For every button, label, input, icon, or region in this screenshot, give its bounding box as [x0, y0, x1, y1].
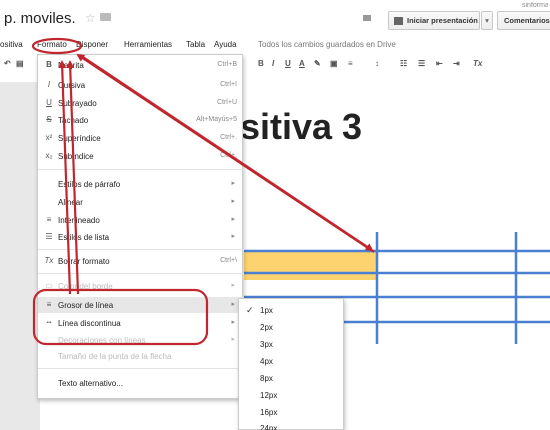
underline-icon: U [46, 98, 52, 107]
submenu-arrow-icon: ▸ [231, 180, 235, 187]
submenu-arrow-icon: ▸ [231, 282, 235, 289]
weight-option-24px[interactable]: 24px [239, 420, 345, 430]
weight-option-12px[interactable]: 12px [239, 387, 345, 404]
menu-item-subscript[interactable]: x₂ Subíndice Ctrl+, [38, 148, 244, 164]
menu-item-label: Texto alternativo... [58, 379, 123, 388]
bold-icon: B [46, 60, 52, 69]
weight-option-8px[interactable]: 8px [239, 370, 345, 387]
weight-option-label: 1px [260, 306, 273, 315]
menu-item-label: Subrayado [58, 99, 97, 108]
clear-formatting-icon: Tx [44, 256, 54, 265]
line-weight-icon: ≡ [46, 300, 52, 309]
submenu-arrow-icon: ▸ [231, 198, 235, 205]
submenu-arrow-icon: ▸ [231, 233, 235, 240]
menu-item-label: Alinear [58, 198, 83, 207]
border-color-icon: ▭ [45, 281, 53, 290]
line-weight-submenu: ✓ 1px 2px 3px 4px 8px 12px 16px 24px [238, 298, 344, 430]
submenu-arrow-icon: ▸ [231, 216, 235, 223]
submenu-arrow-icon: ▸ [231, 319, 235, 326]
checkmark-icon: ✓ [246, 305, 254, 315]
menu-item-shortcut: Ctrl+, [220, 152, 237, 159]
weight-option-label: 2px [260, 323, 273, 332]
line-dash-icon: ┅ [46, 318, 52, 327]
menu-item-line-weight[interactable]: ≡ Grosor de línea ▸ [38, 297, 244, 313]
menu-item-paragraph-styles[interactable]: Estilos de párrafo ▸ [38, 176, 244, 192]
menu-item-strikethrough[interactable]: S Tachado Alt+Mayús+5 [38, 112, 244, 128]
weight-option-label: 12px [260, 391, 278, 400]
weight-option-label: 16px [260, 408, 278, 417]
weight-option-1px[interactable]: ✓ 1px [239, 302, 345, 319]
menu-item-label: Negrita [58, 61, 84, 70]
menu-item-shortcut: Ctrl+. [220, 134, 237, 141]
menu-item-line-spacing[interactable]: ≡ Interlineado ▸ [38, 212, 244, 228]
menu-item-italic[interactable]: I Cursiva Ctrl+I [38, 77, 244, 93]
weight-option-3px[interactable]: 3px [239, 336, 345, 353]
menu-item-shortcut: Ctrl+I [220, 81, 237, 88]
menu-item-shortcut: Ctrl+B [217, 61, 237, 68]
menu-item-label: Grosor de línea [58, 301, 114, 310]
menu-item-label: Decoraciones con líneas [58, 336, 146, 345]
menu-item-label: Borrar formato [58, 257, 110, 266]
menu-item-bold[interactable]: B Negrita Ctrl+B [38, 57, 244, 73]
menu-item-label: Tamaño de la punta de la flecha [58, 352, 172, 361]
menu-item-shortcut: Ctrl+U [216, 99, 237, 106]
strikethrough-icon: S [46, 115, 52, 124]
menu-item-superscript[interactable]: x² Superíndice Ctrl+. [38, 130, 244, 146]
weight-option-16px[interactable]: 16px [239, 404, 345, 421]
menu-item-label: Superíndice [58, 134, 101, 143]
weight-option-label: 4px [260, 357, 273, 366]
menu-item-align[interactable]: Alinear ▸ [38, 194, 244, 210]
weight-option-4px[interactable]: 4px [239, 353, 345, 370]
menu-item-shortcut: Alt+Mayús+5 [196, 116, 237, 123]
menu-item-label: Línea discontinua [58, 319, 121, 328]
italic-icon: I [47, 80, 51, 89]
menu-item-clear-formatting[interactable]: Tx Borrar formato Ctrl+\ [38, 253, 244, 269]
submenu-arrow-icon: ▸ [231, 336, 235, 343]
menu-item-line-decorations: Decoraciones con líneas ▸ [38, 332, 244, 348]
list-styles-icon: ☰ [45, 232, 53, 241]
line-spacing-icon: ≡ [46, 215, 52, 224]
submenu-arrow-icon: ▸ [231, 301, 235, 308]
menu-separator [38, 169, 244, 170]
menu-item-label: Subíndice [58, 152, 94, 161]
menu-item-line-dash[interactable]: ┅ Línea discontinua ▸ [38, 315, 244, 331]
menu-item-list-styles[interactable]: ☰ Estilos de lista ▸ [38, 229, 244, 245]
subscript-icon: x₂ [45, 151, 53, 160]
menu-item-label: Estilos de párrafo [58, 180, 121, 189]
menu-item-underline[interactable]: U Subrayado Ctrl+U [38, 95, 244, 111]
weight-option-label: 24px [260, 424, 278, 430]
weight-option-2px[interactable]: 2px [239, 319, 345, 336]
menu-item-border-color: ▭ Color del borde ▸ [38, 278, 244, 294]
menu-separator [38, 249, 244, 250]
weight-option-label: 8px [260, 374, 273, 383]
menu-item-label: Tachado [58, 116, 89, 125]
menu-separator [38, 273, 244, 274]
menu-item-label: Color del borde [58, 282, 113, 291]
menu-item-shortcut: Ctrl+\ [220, 257, 237, 264]
menu-separator [38, 368, 244, 369]
superscript-icon: x² [45, 133, 53, 142]
menu-item-arrow-size: Tamaño de la punta de la flecha [38, 348, 244, 364]
weight-option-label: 3px [260, 340, 273, 349]
menu-item-alt-text[interactable]: Texto alternativo... [38, 375, 244, 391]
menu-item-label: Interlineado [58, 216, 100, 225]
menu-item-label: Cursiva [58, 81, 86, 90]
format-menu: B Negrita Ctrl+B I Cursiva Ctrl+I U Subr… [37, 54, 244, 399]
menu-item-label: Estilos de lista [58, 233, 110, 242]
